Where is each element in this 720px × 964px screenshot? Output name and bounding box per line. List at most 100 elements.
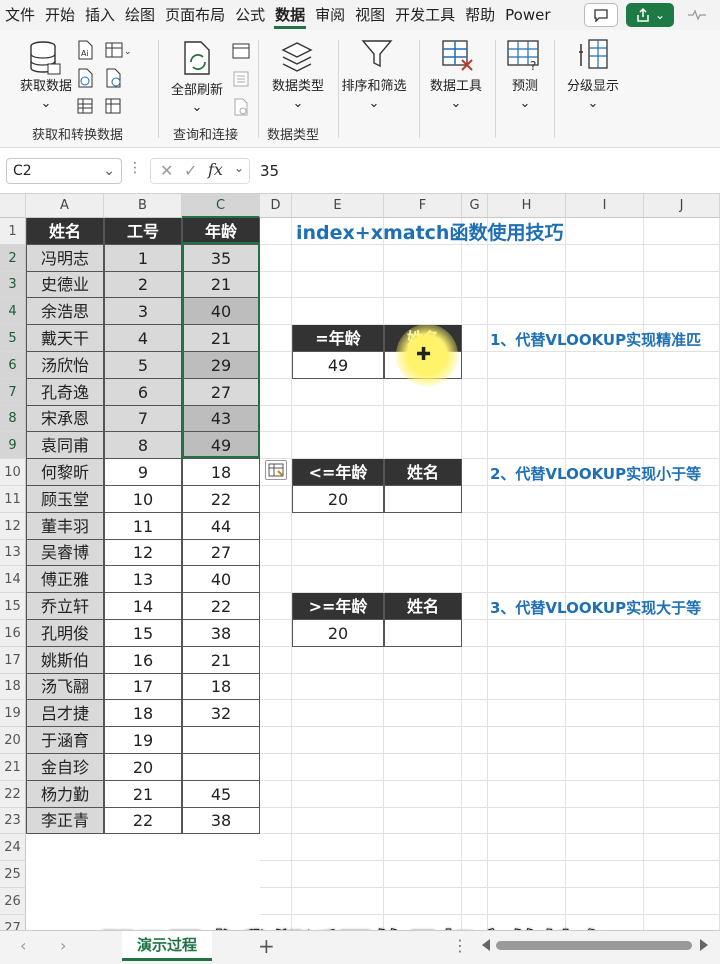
cell[interactable]	[260, 808, 292, 834]
scroll-right-arrow-icon[interactable]	[700, 939, 708, 951]
cell[interactable]	[384, 647, 462, 674]
web-icon[interactable]	[76, 68, 94, 88]
enter-icon[interactable]: ✓	[184, 161, 197, 180]
menu-file[interactable]: 文件	[0, 0, 40, 30]
row-header-21[interactable]: 21	[0, 754, 26, 781]
cell[interactable]	[488, 352, 566, 379]
cell[interactable]	[384, 888, 462, 915]
table-cell[interactable]: 吕才捷	[26, 700, 104, 727]
table-cell[interactable]: 18	[182, 459, 260, 486]
cell[interactable]	[566, 272, 644, 298]
cell[interactable]	[462, 593, 488, 620]
comment-button[interactable]	[584, 3, 618, 27]
edit-links-icon[interactable]	[231, 98, 251, 116]
cell[interactable]	[462, 754, 488, 781]
lookup-input-value[interactable]: 20	[292, 486, 384, 513]
cell[interactable]	[292, 888, 384, 915]
cell[interactable]	[488, 272, 566, 298]
recent-sources-icon[interactable]: ⌄	[104, 40, 130, 60]
table-cell[interactable]: 8	[104, 432, 182, 459]
cell[interactable]	[462, 459, 488, 486]
cell[interactable]	[488, 781, 566, 808]
column-header-e[interactable]: E	[292, 194, 384, 218]
cell[interactable]	[644, 808, 720, 834]
existing-connections-icon[interactable]	[104, 68, 124, 88]
cell[interactable]	[462, 272, 488, 298]
properties-icon[interactable]	[231, 70, 251, 88]
table-cell[interactable]: 6	[104, 379, 182, 406]
table-cell[interactable]: 顾玉堂	[26, 486, 104, 513]
lookup-input-value[interactable]: 20	[292, 620, 384, 647]
cell[interactable]	[260, 298, 292, 325]
cell[interactable]	[462, 834, 488, 861]
cell[interactable]	[644, 700, 720, 727]
sort-filter-button[interactable]: 排序和筛选 ⌄	[339, 78, 409, 112]
cell[interactable]	[644, 272, 720, 298]
cell[interactable]	[488, 566, 566, 593]
table-cell[interactable]: 21	[182, 647, 260, 674]
table-cell[interactable]: 35	[182, 245, 260, 272]
worksheet-grid[interactable]: ABCDEFGHIJ 1 2 3 4 5 6 7 8 9 10 11 12 13 14 15 16 17 18 19…	[0, 194, 720, 930]
cell[interactable]	[292, 432, 384, 459]
column-header-f[interactable]: F	[384, 194, 462, 218]
table-cell[interactable]: 史德业	[26, 272, 104, 298]
cell[interactable]	[260, 647, 292, 674]
cell[interactable]	[384, 432, 462, 459]
cell[interactable]	[462, 352, 488, 379]
row-header-2[interactable]: 2	[0, 245, 26, 272]
cell[interactable]	[292, 298, 384, 325]
cell[interactable]	[488, 432, 566, 459]
lookup-header-age[interactable]: <=年龄	[292, 459, 384, 486]
cell[interactable]	[292, 754, 384, 781]
more-options-icon[interactable]: ⋮	[452, 936, 468, 955]
cell[interactable]	[260, 834, 292, 861]
table-cell[interactable]: 汤飞翮	[26, 674, 104, 700]
cell[interactable]	[644, 540, 720, 566]
table-cell[interactable]: 22	[104, 808, 182, 834]
cell[interactable]	[292, 700, 384, 727]
cell[interactable]	[644, 834, 720, 861]
cell[interactable]	[292, 513, 384, 540]
cell[interactable]	[566, 888, 644, 915]
menu-developer[interactable]: 开发工具	[390, 0, 460, 30]
menu-data[interactable]: 数据	[270, 0, 310, 30]
cell[interactable]	[384, 540, 462, 566]
cell[interactable]	[644, 352, 720, 379]
cell[interactable]	[260, 379, 292, 406]
cell[interactable]	[292, 727, 384, 754]
cancel-icon[interactable]: ✕	[160, 161, 173, 180]
cell[interactable]	[260, 888, 292, 915]
table-cell[interactable]: 21	[182, 325, 260, 352]
cell[interactable]	[260, 245, 292, 272]
cell[interactable]	[260, 272, 292, 298]
table-cell[interactable]: 李正青	[26, 808, 104, 834]
horizontal-scrollbar[interactable]	[496, 941, 692, 950]
cell[interactable]	[488, 674, 566, 700]
cell[interactable]	[292, 834, 384, 861]
cell[interactable]	[644, 647, 720, 674]
cell[interactable]	[566, 808, 644, 834]
table-cell[interactable]: 14	[104, 593, 182, 620]
cell[interactable]	[462, 620, 488, 647]
cell[interactable]	[644, 406, 720, 432]
cell[interactable]	[644, 674, 720, 700]
text-csv-icon[interactable]: Ai	[76, 40, 94, 60]
cell[interactable]	[462, 406, 488, 432]
table-cell[interactable]: 吴睿博	[26, 540, 104, 566]
insert-function-icon[interactable]: fx	[208, 160, 223, 179]
cell[interactable]	[566, 218, 644, 245]
row-header-18[interactable]: 18	[0, 674, 26, 700]
column-header-j[interactable]: J	[644, 194, 720, 218]
formula-input[interactable]: 35	[256, 158, 716, 184]
cell[interactable]	[566, 486, 644, 513]
cell[interactable]	[462, 432, 488, 459]
cell[interactable]	[260, 218, 292, 245]
cell[interactable]	[488, 754, 566, 781]
row-header-17[interactable]: 17	[0, 647, 26, 674]
cell[interactable]	[292, 861, 384, 888]
cell[interactable]	[566, 245, 644, 272]
table-cell[interactable]: 20	[104, 754, 182, 781]
menu-insert[interactable]: 插入	[80, 0, 120, 30]
cell[interactable]	[566, 298, 644, 325]
cell[interactable]	[384, 245, 462, 272]
